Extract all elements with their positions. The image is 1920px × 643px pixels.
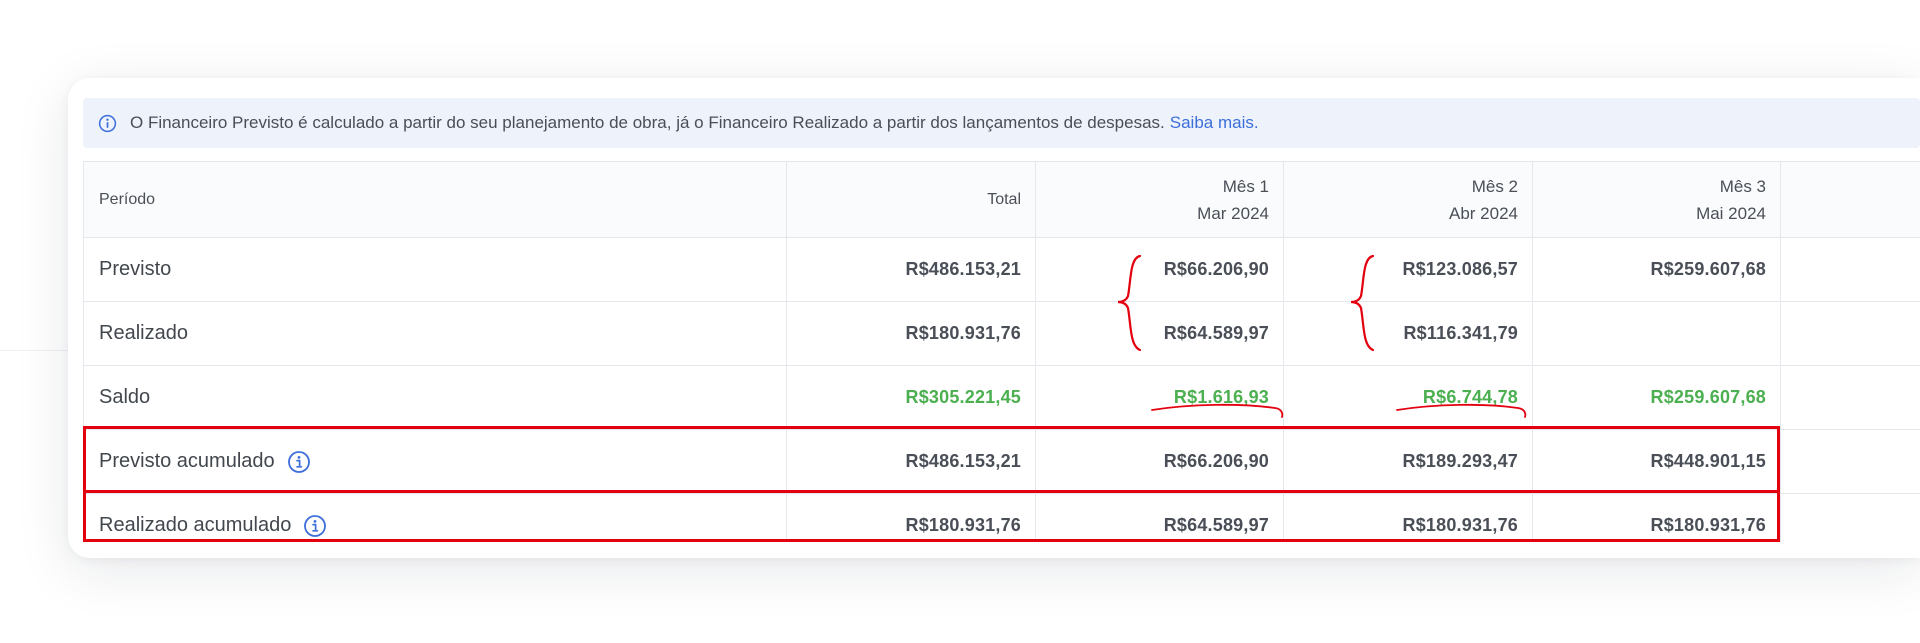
row-label-previsto: Previsto [84,238,787,301]
info-icon [98,114,117,133]
month-date: Abr 2024 [1449,203,1518,223]
notice-text: O Financeiro Previsto é calculado a part… [130,113,1165,132]
cell-month-2: R$123.086,57 [1284,238,1533,301]
cell-month-3: R$259.607,68 [1533,366,1781,429]
cell-month-1: R$66.206,90 [1036,430,1284,493]
info-icon[interactable] [287,450,311,474]
header-month-2: Mês 2 Abr 2024 [1284,162,1533,237]
cell-month-1: R$66.206,90 [1036,238,1284,301]
table-header-row: Período Total Mês 1 Mar 2024 Mês 2 Abr 2… [84,162,1920,238]
cell-month-2: R$116.341,79 [1284,302,1533,365]
table-row: Realizado acumulado R$180.931,76 R$64.58… [84,494,1920,542]
cell-total: R$486.153,21 [787,238,1036,301]
learn-more-link[interactable]: Saiba mais. [1170,113,1259,133]
cell-total: R$180.931,76 [787,302,1036,365]
cell-total: R$486.153,21 [787,430,1036,493]
month-date: Mai 2024 [1696,203,1766,223]
row-label-previsto-acumulado: Previsto acumulado [84,430,787,493]
table-row: Realizado R$180.931,76 R$64.589,97 R$116… [84,302,1920,366]
header-period: Período [84,162,787,237]
month-label: Mês 2 [1471,176,1518,196]
cell-month-3: R$259.607,68 [1533,238,1781,301]
month-label: Mês 1 [1222,176,1269,196]
header-month-1: Mês 1 Mar 2024 [1036,162,1284,237]
cell-extra [1781,494,1920,542]
info-notice: O Financeiro Previsto é calculado a part… [83,98,1920,148]
table-row: Previsto acumulado R$486.153,21 R$66.206… [84,430,1920,494]
cell-total: R$180.931,76 [787,494,1036,542]
row-label-realizado-acumulado: Realizado acumulado [84,494,787,542]
cell-extra [1781,238,1920,301]
cell-extra [1781,302,1920,365]
info-icon[interactable] [303,514,327,538]
cell-month-2: R$6.744,78 [1284,366,1533,429]
financial-card: O Financeiro Previsto é calculado a part… [68,78,1920,558]
table-row: Previsto R$486.153,21 R$66.206,90 R$123.… [84,238,1920,302]
cell-month-2: R$189.293,47 [1284,430,1533,493]
table-row: Saldo R$305.221,45 R$1.616,93 R$6.744,78… [84,366,1920,430]
cell-month-3: R$180.931,76 [1533,494,1781,542]
row-label-saldo: Saldo [84,366,787,429]
month-label: Mês 3 [1719,176,1766,196]
cell-month-1: R$64.589,97 [1036,302,1284,365]
cell-month-3 [1533,302,1781,365]
header-extra [1781,162,1920,237]
cell-month-2: R$180.931,76 [1284,494,1533,542]
row-label-text: Realizado acumulado [99,514,292,536]
cell-extra [1781,366,1920,429]
month-date: Mar 2024 [1197,203,1269,223]
cell-month-3: R$448.901,15 [1533,430,1781,493]
cell-month-1: R$1.616,93 [1036,366,1284,429]
cell-total: R$305.221,45 [787,366,1036,429]
header-total: Total [787,162,1036,237]
cell-month-1: R$64.589,97 [1036,494,1284,542]
header-month-3: Mês 3 Mai 2024 [1533,162,1781,237]
row-label-realizado: Realizado [84,302,787,365]
cell-extra [1781,430,1920,493]
row-label-text: Previsto acumulado [99,450,275,472]
financial-table: Período Total Mês 1 Mar 2024 Mês 2 Abr 2… [83,161,1920,542]
